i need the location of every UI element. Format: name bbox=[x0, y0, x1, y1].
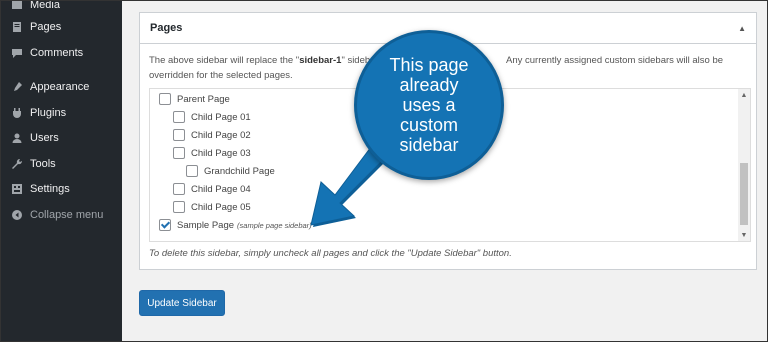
page-label: Grandchild Page bbox=[204, 165, 275, 177]
screenshot-frame: Media Pages Comments Appearance Plugins bbox=[0, 0, 768, 342]
page-label: Child Page 05 bbox=[191, 201, 251, 213]
list-item[interactable]: Child Page 02 bbox=[173, 128, 251, 142]
list-item[interactable]: Child Page 04 bbox=[173, 182, 251, 196]
collapse-menu-button[interactable]: Collapse menu bbox=[1, 203, 122, 227]
page-checkbox[interactable] bbox=[159, 93, 171, 105]
list-item[interactable]: Grandchild Page bbox=[186, 164, 275, 178]
nav-label: Plugins bbox=[30, 107, 67, 119]
nav-label: Users bbox=[30, 132, 59, 144]
callout-text: This page already uses a custom sidebar bbox=[389, 55, 469, 155]
nav-label: Settings bbox=[30, 183, 70, 195]
nav-item-pages[interactable]: Pages bbox=[1, 15, 122, 39]
desc-text: The above sidebar will replace the " bbox=[149, 55, 300, 66]
list-item[interactable]: Child Page 01 bbox=[173, 110, 251, 124]
nav-label: Collapse menu bbox=[30, 209, 104, 221]
scroll-thumb[interactable] bbox=[740, 163, 748, 225]
sidebar-name: sidebar-1 bbox=[299, 55, 342, 66]
list-item[interactable]: Child Page 05 bbox=[173, 200, 251, 214]
pages-icon bbox=[10, 20, 24, 34]
list-item[interactable]: Sample Page (sample page sidebar) bbox=[159, 218, 312, 232]
page-checkbox[interactable] bbox=[173, 111, 185, 123]
list-item[interactable]: Child Page 03 bbox=[173, 146, 251, 160]
callout-bubble: This page already uses a custom sidebar bbox=[354, 30, 504, 180]
list-scrollbar[interactable]: ▲ ▼ bbox=[738, 89, 750, 241]
page-checkbox[interactable] bbox=[173, 201, 185, 213]
update-sidebar-button[interactable]: Update Sidebar bbox=[139, 290, 225, 316]
plugins-icon bbox=[10, 106, 24, 120]
page-sidebar-note: (sample page sidebar) bbox=[237, 220, 312, 230]
nav-item-settings[interactable]: Settings bbox=[1, 177, 122, 201]
page-label: Parent Page bbox=[177, 93, 230, 105]
list-item[interactable]: Parent Page bbox=[159, 92, 230, 106]
collapse-toggle-icon[interactable]: ▲ bbox=[738, 24, 746, 33]
comments-icon bbox=[10, 46, 24, 60]
tools-icon bbox=[10, 157, 24, 171]
page-checkbox[interactable] bbox=[173, 129, 185, 141]
nav-label: Comments bbox=[30, 47, 84, 59]
desc-text-right: Any currently assigned custom sidebars w… bbox=[506, 55, 724, 66]
page-checkbox[interactable] bbox=[173, 147, 185, 159]
nav-item-appearance[interactable]: Appearance bbox=[1, 75, 122, 99]
admin-sidebar: Media Pages Comments Appearance Plugins bbox=[1, 0, 122, 341]
nav-item-comments[interactable]: Comments bbox=[1, 41, 122, 65]
nav-label: Tools bbox=[30, 158, 56, 170]
page-checkbox-checked[interactable] bbox=[159, 219, 171, 231]
delete-hint: To delete this sidebar, simply uncheck a… bbox=[149, 248, 512, 259]
page-label: Child Page 02 bbox=[191, 129, 251, 141]
nav-item-tools[interactable]: Tools bbox=[1, 152, 122, 176]
desc-text-line2: overridden for the selected pages. bbox=[149, 70, 293, 81]
page-checkbox[interactable] bbox=[186, 165, 198, 177]
media-icon bbox=[10, 1, 24, 12]
nav-label: Pages bbox=[30, 21, 62, 33]
nav-label: Appearance bbox=[30, 81, 90, 93]
page-label: Child Page 04 bbox=[191, 183, 251, 195]
page-label: Child Page 03 bbox=[191, 147, 251, 159]
appearance-icon bbox=[10, 80, 24, 94]
nav-item-users[interactable]: Users bbox=[1, 126, 122, 150]
scroll-down-arrow-icon[interactable]: ▼ bbox=[738, 229, 750, 241]
collapse-icon bbox=[10, 208, 24, 222]
nav-item-plugins[interactable]: Plugins bbox=[1, 101, 122, 125]
nav-label: Media bbox=[30, 0, 60, 11]
users-icon bbox=[10, 131, 24, 145]
settings-icon bbox=[10, 182, 24, 196]
page-label: Child Page 01 bbox=[191, 111, 251, 123]
page-checkbox[interactable] bbox=[173, 183, 185, 195]
page-label: Sample Page bbox=[177, 219, 235, 231]
scroll-up-arrow-icon[interactable]: ▲ bbox=[738, 89, 750, 101]
panel-title: Pages bbox=[150, 22, 183, 34]
